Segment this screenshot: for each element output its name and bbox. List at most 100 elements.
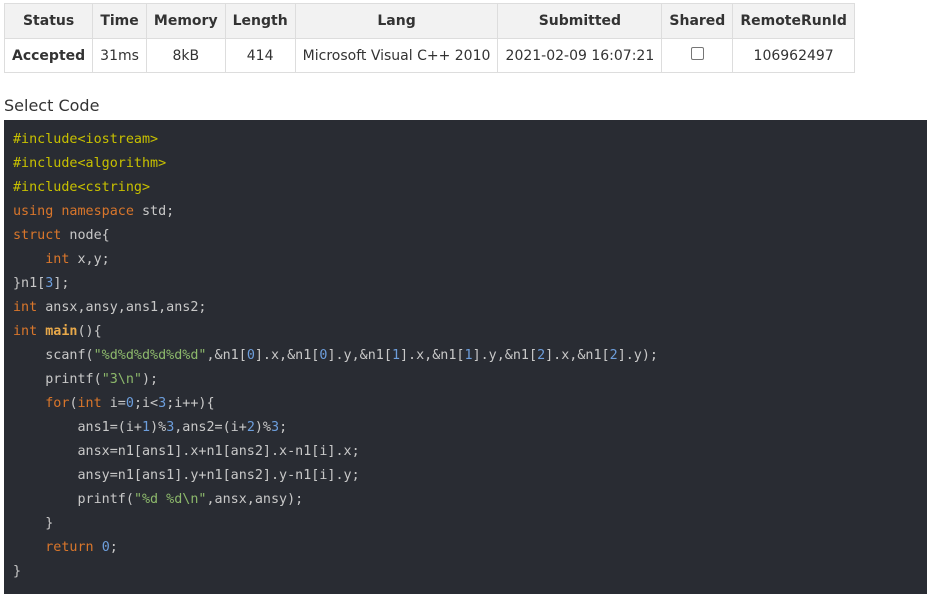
code-token: printf( [13,372,102,387]
code-token: }n1[ [13,276,46,291]
code-token: 1 [142,420,151,435]
code-token: 3 [158,396,167,411]
shared-checkbox[interactable] [690,47,704,60]
table-row: Accepted 31ms 8kB 414 Microsoft Visual C… [3,38,855,73]
code-token: ,ansx,ansy); [206,492,304,507]
code-line: }n1[3]; [13,272,927,296]
code-token: #include<iostream> [13,132,159,147]
code-token: ans1=(i+ [13,420,142,435]
code-token: 2 [246,420,255,435]
code-token: using [13,204,54,219]
code-token: } [13,564,22,579]
code-token: 0 [125,396,134,411]
code-token: ].x,&n1[ [254,348,320,363]
status-cell: Accepted [3,38,94,73]
code-line: #include<iostream> [13,128,927,152]
code-token: ;i++){ [166,396,215,411]
code-line: #include<cstring> [13,176,927,200]
code-line: } [13,512,927,536]
code-line: #include<algorithm> [13,152,927,176]
code-token: ].y,&n1[ [472,348,538,363]
code-token: struct [13,228,62,243]
code-token: ].y,&n1[ [327,348,392,363]
code-token: for [45,396,70,411]
code-line: ansx=n1[ans1].x+n1[ans2].x-n1[i].x; [13,440,927,464]
code-token: )% [150,420,167,435]
table-header-row: Status Time Memory Length Lang Submitted… [3,3,855,39]
header-submitted: Submitted [497,3,663,39]
code-token: ]; [53,276,70,291]
code-token: ansx,ansy,ans1,ans2; [37,300,207,315]
code-line: printf("3\n"); [13,368,927,392]
header-lang: Lang [294,3,499,39]
time-cell: 31ms [92,38,147,73]
code-token: ,ans2=(i+ [174,420,247,435]
code-token: ].x,&n1[ [400,348,465,363]
submission-table: Status Time Memory Length Lang Submitted… [3,3,855,73]
code-token: printf( [13,492,134,507]
header-length: Length [224,3,296,39]
code-token: node{ [61,228,110,243]
code-token: )% [254,420,271,435]
code-token: "%d %d\n" [133,492,207,507]
code-token: namespace [61,204,134,219]
header-shared: Shared [661,3,734,39]
code-token: int [13,300,38,315]
code-line: using namespace std; [13,200,927,224]
code-token: "%d%d%d%d%d%d" [93,348,207,363]
header-status: Status [3,3,94,39]
code-token: int [77,396,102,411]
code-token: return [45,540,94,555]
code-token: ( [69,396,78,411]
code-token: ansx=n1[ans1].x+n1[ans2].x-n1[i].x; [13,444,360,459]
header-remote-run-id: RemoteRunId [732,3,855,39]
code-token: std; [133,204,175,219]
code-token: 1 [464,348,473,363]
code-line: return 0; [13,536,927,560]
shared-cell [661,38,734,73]
code-token: x,y; [69,252,110,267]
code-token: scanf( [13,348,94,363]
code-token: 0 [246,348,255,363]
code-block[interactable]: #include<iostream> #include<algorithm> #in… [4,120,927,594]
submitted-cell: 2021-02-09 16:07:21 [497,38,663,73]
code-token: #include<cstring> [13,180,151,195]
length-cell: 414 [224,38,296,73]
code-token: 3 [271,420,280,435]
code-line: } [13,560,927,584]
code-token: 0 [101,540,110,555]
code-token: ,&n1[ [206,348,247,363]
code-token: "3\n" [101,372,142,387]
code-token: 2 [609,348,618,363]
code-token: } [13,516,54,531]
code-token: ); [142,372,159,387]
memory-cell: 8kB [145,38,226,73]
code-token: 2 [537,348,546,363]
lang-cell: Microsoft Visual C++ 2010 [294,38,499,73]
code-token: ;i< [133,396,159,411]
remote-run-id-cell: 106962497 [732,38,855,73]
code-token: (){ [77,324,102,339]
code-line: printf("%d %d\n",ansx,ansy); [13,488,927,512]
code-token: ; [109,540,118,555]
code-line: ans1=(i+1)%3,ans2=(i+2)%3; [13,416,927,440]
code-token: main [45,324,78,339]
code-line: struct node{ [13,224,927,248]
select-code-label: Select Code [4,96,100,115]
code-line: int main(){ [13,320,927,344]
code-token: ; [279,420,288,435]
code-token: 1 [391,348,400,363]
code-line: ansy=n1[ans1].y+n1[ans2].y-n1[i].y; [13,464,927,488]
code-line: int x,y; [13,248,927,272]
code-line: scanf("%d%d%d%d%d%d",&n1[0].x,&n1[0].y,&… [13,344,927,368]
code-token: i= [101,396,126,411]
code-token: int [13,324,38,339]
code-token: ].x,&n1[ [545,348,610,363]
code-token: ansy=n1[ans1].y+n1[ans2].y-n1[i].y; [13,468,360,483]
code-token: ].y); [617,348,658,363]
code-line: for(int i=0;i<3;i++){ [13,392,927,416]
